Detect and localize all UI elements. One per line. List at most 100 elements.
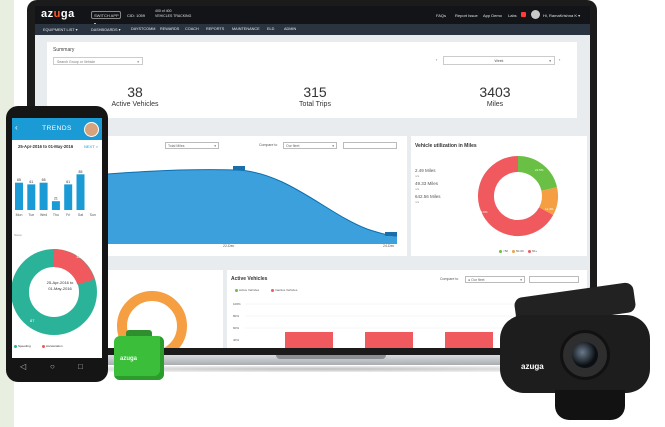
data-label: 61 — [29, 180, 33, 184]
period-select[interactable]: Week ▾ — [443, 56, 555, 65]
legend-swatch — [512, 250, 515, 253]
category-label: Wed — [40, 213, 47, 217]
legend-label: <50 — [503, 249, 509, 253]
nav-admin[interactable]: ADMIN — [284, 27, 296, 31]
donut-label: 53.6% — [479, 210, 488, 214]
bar — [365, 332, 413, 348]
nav-coach[interactable]: COACH — [185, 27, 199, 31]
report-issue-link[interactable]: Report Issue — [455, 13, 478, 18]
bar — [76, 174, 85, 210]
next-period-icon[interactable]: › — [559, 57, 560, 62]
nav-equipment-list[interactable]: EQUIPMENT LIST ▾ — [43, 27, 77, 32]
data-label: 85 — [79, 170, 83, 174]
data-label: 21 — [54, 197, 58, 201]
category-label: Sat — [78, 213, 83, 217]
active-compare-label: Compare to — [440, 277, 459, 281]
legend-label: Active Vehicles — [239, 288, 260, 292]
legend-label: 60+ — [532, 249, 538, 253]
donut-value: 12 — [76, 254, 81, 259]
y-tick-label: 100% — [233, 302, 241, 306]
utilization-row-value: 2.49 Miles — [415, 168, 436, 173]
phone-back-icon[interactable]: ◁ — [20, 362, 26, 371]
nav-daystcomm[interactable]: DAYSTCOMM — [131, 27, 155, 31]
data-label: 65 — [42, 178, 46, 182]
trend-compare-select[interactable]: Our fleet ▾ — [283, 142, 337, 149]
legend-label: 50-60 — [516, 249, 524, 253]
group-search-select[interactable]: Search Group or Vehicle ▾ — [53, 57, 143, 65]
utilization-row-value: 642.56 Miles — [415, 194, 441, 199]
x-tick-label: 24-Dec — [383, 244, 395, 248]
phone-bar-chart: 65 Mon 61 Tue 65 Wed 21 Thu 61 Fri 85 Sat Sun — [15, 170, 96, 217]
bar — [445, 332, 493, 348]
nav-dashboards[interactable]: DASHBOARDS ▾ — [91, 27, 121, 32]
top-bar: azuga SWITCH APP ▾ CID: 1059 400 of 400 … — [35, 6, 590, 26]
prev-period-icon[interactable]: ‹ — [436, 57, 437, 62]
y-tick-label: 80% — [233, 314, 240, 318]
phone-recents-icon[interactable]: □ — [78, 362, 83, 371]
metric-select[interactable]: Total Miles ▾ — [165, 142, 219, 149]
category-label: Sun — [90, 213, 96, 217]
nav-rewards[interactable]: REWARDS — [160, 27, 179, 31]
data-label: 61 — [66, 180, 70, 184]
utilization-row-sub: n/a — [415, 174, 420, 178]
obd-logo: azuga — [120, 356, 138, 362]
bar — [15, 182, 23, 210]
category-label: Tue — [28, 213, 34, 217]
user-menu[interactable]: Hi, RamaKrishna K ▾ — [543, 13, 580, 18]
donut-slice — [517, 156, 558, 192]
fleet-tracking: VEHICLES TRACKING — [155, 14, 192, 18]
miles-value: 3403 — [479, 84, 511, 100]
bar — [64, 184, 73, 210]
nav-maintenance[interactable]: MAINTENANCE — [232, 27, 260, 31]
legend-swatch — [42, 345, 45, 348]
notification-icon[interactable] — [521, 12, 526, 17]
score-label: Score — [14, 233, 22, 237]
active-vehicles-value: 38 — [127, 84, 143, 100]
labs-link[interactable]: Labs — [508, 13, 517, 18]
bar — [285, 332, 333, 348]
legend-swatch — [271, 289, 274, 292]
phone-donut-acceleration — [53, 249, 95, 286]
active-filter-input[interactable] — [529, 276, 579, 283]
data-label: 65 — [17, 178, 21, 182]
switch-app-button[interactable]: SWITCH APP ▾ — [91, 11, 121, 26]
app-demo-link[interactable]: App Demo — [483, 13, 502, 18]
trend-data-label-1 — [233, 166, 245, 170]
miles-label: Miles — [486, 101, 504, 108]
phone-donut — [12, 249, 97, 335]
legend-label: Acceleration — [46, 344, 63, 348]
main-nav: EQUIPMENT LIST ▾ DASHBOARDS ▾ DAYSTCOMM … — [35, 24, 590, 35]
legend-swatch — [14, 345, 17, 348]
active-compare-select[interactable]: ● Our fleet ▾ — [465, 276, 525, 283]
y-tick-label: 60% — [233, 326, 240, 330]
nav-reports[interactable]: REPORTS — [206, 27, 224, 31]
faq-link[interactable]: FAQs — [436, 13, 446, 18]
user-avatar[interactable] — [531, 10, 540, 19]
trend-filter-input[interactable] — [343, 142, 397, 149]
camera-lens-icon — [572, 342, 598, 368]
legend-swatch — [499, 250, 502, 253]
x-tick-label: 22-Dec — [223, 244, 235, 248]
summary-title: Summary — [53, 47, 75, 53]
bar — [27, 184, 36, 210]
utilization-row-sub: n/a — [415, 187, 420, 191]
camera-mount — [555, 390, 625, 420]
phone-screen: ‹ TRENDS 25-Apr-2016 to 01-May-2016 NEXT… — [12, 118, 102, 358]
phone-donut-date-to: 01-May-2016 — [48, 286, 72, 291]
legend-swatch — [528, 250, 531, 253]
phone-next-link[interactable]: NEXT > — [84, 144, 98, 149]
laptop-notch — [276, 355, 386, 359]
fleet-count: 400 of 400 — [155, 9, 172, 13]
donut-label: 21.5% — [535, 168, 544, 172]
phone-home-icon[interactable]: ○ — [50, 362, 55, 371]
utilization-row-value: 49.33 Miles — [415, 181, 439, 186]
cid-label: CID: 1059 — [127, 13, 146, 18]
donut-label: 11.4% — [545, 207, 554, 211]
legend-label: Inactive Vehicles — [275, 288, 298, 292]
donut-value: 87 — [30, 318, 35, 323]
laptop-screen: azuga SWITCH APP ▾ CID: 1059 400 of 400 … — [35, 6, 590, 348]
category-label: Fri — [66, 213, 70, 217]
phone-avatar[interactable] — [84, 122, 99, 137]
nav-eld[interactable]: ELD — [267, 27, 274, 31]
azuga-logo[interactable]: azuga — [41, 8, 75, 20]
